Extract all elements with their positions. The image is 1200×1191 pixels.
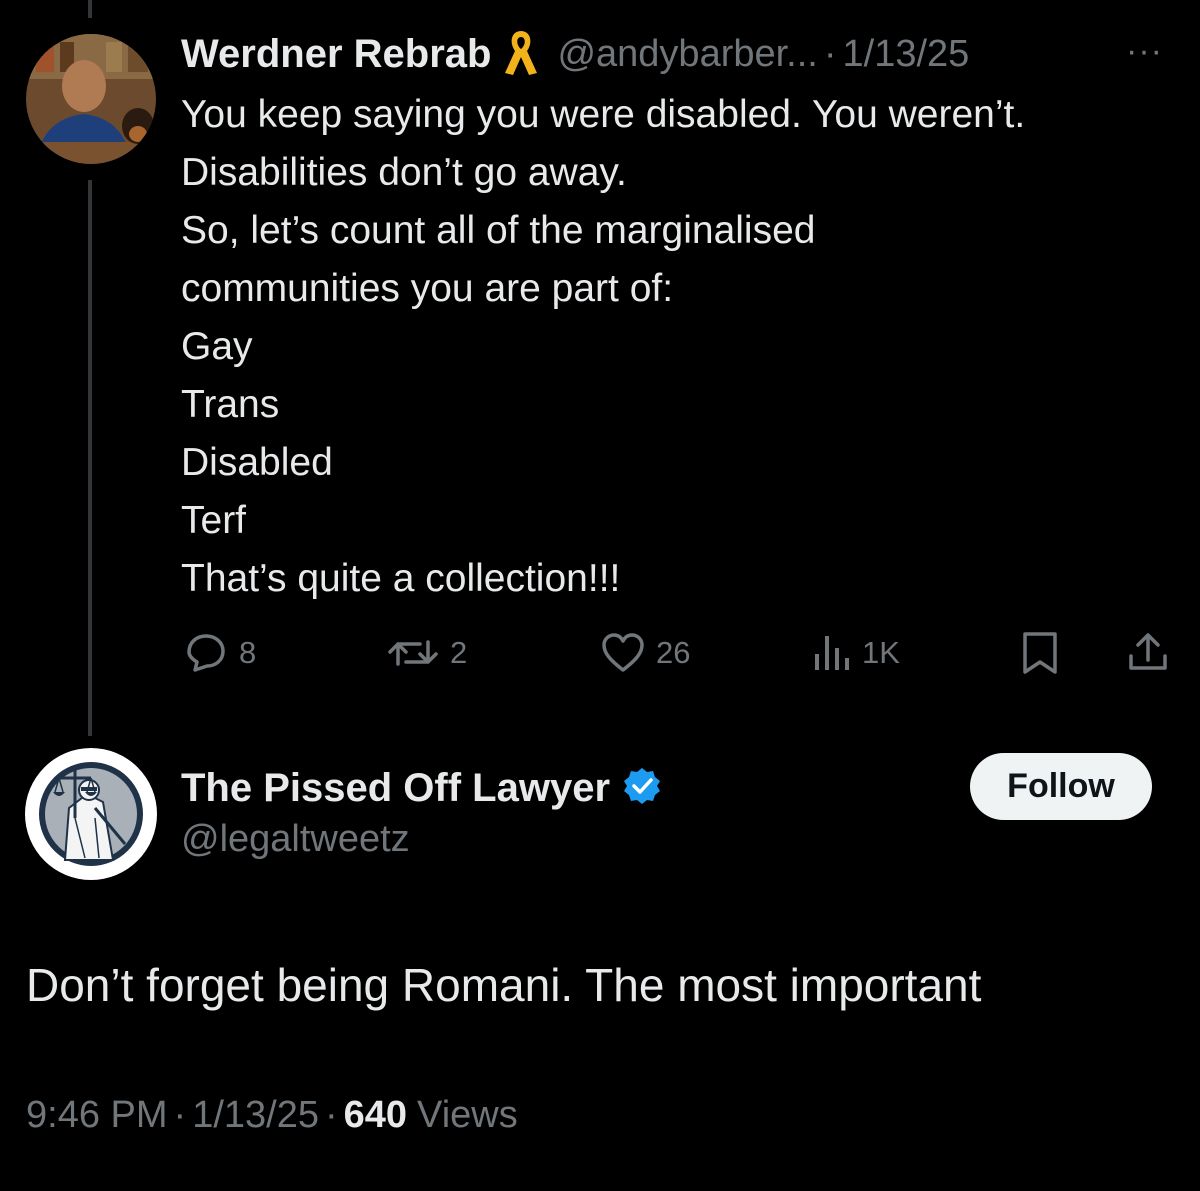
author-handle[interactable]: @andybarber... [557,33,817,76]
main-author-row: The Pissed Off Lawyer [181,762,662,814]
share-button[interactable] [1126,630,1170,679]
author-name[interactable]: Werdner Rebrab [181,32,491,77]
tweet-text-line: Trans [181,383,280,426]
tweet-text: You keep saying you were disabled. You w… [181,86,1025,608]
reply-icon [187,634,225,672]
analytics-icon [815,636,849,670]
meta-separator: · [324,1094,338,1136]
reply-count: 8 [239,635,257,670]
bookmark-icon [1023,632,1057,674]
tweet-date[interactable]: 1/13/25 [843,33,970,76]
tweet-text-line: So, let’s count all of the marginalised [181,209,816,252]
more-options-icon[interactable]: ··· [1126,32,1163,71]
tweet-date[interactable]: 1/13/25 [192,1094,319,1137]
meta-separator: · [173,1094,187,1136]
main-author-name[interactable]: The Pissed Off Lawyer [181,766,610,811]
thread-line [88,180,92,736]
like-button[interactable]: 26 [600,632,690,674]
heart-icon [602,633,644,672]
meta-separator: · [823,32,837,75]
author-row: Werdner Rebrab @andybarber... · 1/13/25 [181,28,969,80]
avatar-lawyer[interactable] [25,748,157,880]
main-author-handle[interactable]: @legaltweetz [181,818,410,861]
views-count: 640 [343,1094,408,1136]
repost-icon [388,640,438,666]
tweet-text-line: Disabilities don’t go away. [181,151,627,194]
tweet-time[interactable]: 9:46 PM [26,1094,168,1137]
verified-badge-icon [622,766,662,811]
views-count: 1K [862,635,900,670]
repost-count: 2 [450,635,468,670]
repost-button[interactable]: 2 [386,632,467,674]
tweet-text-line: Gay [181,325,253,368]
follow-button[interactable]: Follow [970,753,1152,820]
share-icon [1129,633,1167,670]
views-button[interactable]: 1K [812,632,900,674]
ribbon-icon [503,27,539,82]
tweet-meta: 9:46 PM · 1/13/25 · 640 Views [26,1094,518,1137]
like-count: 26 [656,635,691,670]
thread-line-top [88,0,92,18]
views-label: Views [417,1094,518,1136]
tweet-text-line: Terf [181,499,247,542]
tweet-text-line: Disabled [181,441,333,484]
bookmark-button[interactable] [1020,630,1060,681]
tweet-text-line: You keep saying you were disabled. You w… [181,93,1026,136]
main-tweet-text: Don’t forget being Romani. The most impo… [26,959,982,1011]
reply-button[interactable]: 8 [183,632,256,674]
tweet-text-line: communities you are part of: [181,267,674,310]
tweet-text-line: That’s quite a collection!!! [181,557,621,600]
avatar-werdner[interactable] [26,34,156,164]
